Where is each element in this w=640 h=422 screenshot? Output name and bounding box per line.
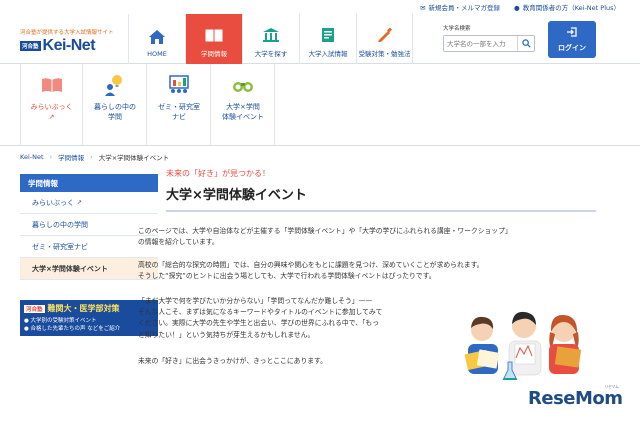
breadcrumb: Kei-Net › 学問情報 › 大学×学問体験イベント bbox=[20, 152, 169, 162]
encourage-paragraph: 「まだ大学で何を学びたいか分からない」「学問ってなんだか難しそう」—— そんな人… bbox=[138, 297, 383, 339]
nav-exam-info[interactable]: 大学入試情報 bbox=[299, 14, 356, 64]
banner-title: 難関大・医学部対策 bbox=[47, 304, 120, 313]
pencil-icon bbox=[376, 26, 394, 44]
login-icon bbox=[566, 26, 578, 40]
login-button[interactable]: ログイン bbox=[548, 21, 596, 58]
sidebar-heading: 学問情報 bbox=[20, 174, 158, 192]
logo-box: 河合塾 bbox=[20, 41, 41, 51]
search-button[interactable] bbox=[517, 36, 534, 51]
subnav-seminar-navi[interactable]: ゼミ・研究室 ナビ bbox=[148, 64, 211, 146]
lightbulb-person-icon bbox=[104, 74, 126, 96]
presentation-icon bbox=[168, 74, 190, 96]
subnav-event[interactable]: 大学×学問 体験イベント bbox=[212, 64, 275, 146]
search-box bbox=[443, 35, 535, 52]
search-input[interactable] bbox=[444, 36, 517, 51]
search-label: 大学名検索 bbox=[443, 26, 471, 32]
resemom-watermark: リセマム ReseMom bbox=[528, 384, 623, 409]
home-icon bbox=[148, 28, 166, 46]
page-title: 大学×学問体験イベント bbox=[166, 184, 596, 212]
breadcrumb-separator: › bbox=[49, 153, 53, 161]
nav-home[interactable]: HOME bbox=[128, 14, 185, 64]
breadcrumb-separator: › bbox=[90, 153, 93, 161]
open-book-icon bbox=[41, 74, 63, 96]
nav-academic[interactable]: 学問情報 bbox=[185, 14, 242, 64]
site-logo[interactable]: 河合塾が提供する大学入試情報サイト 河合塾 Kei-Net bbox=[20, 28, 122, 55]
breadcrumb-home[interactable]: Kei-Net bbox=[20, 153, 44, 161]
subnav-miraibook[interactable]: みらいぶっく ↗ bbox=[20, 64, 83, 146]
watermark-kana: リセマム bbox=[604, 384, 620, 389]
register-link[interactable]: ✉ 新規会員・メルマガ登録 bbox=[420, 2, 500, 12]
breadcrumb-current: 大学×学問体験イベント bbox=[98, 154, 170, 162]
utility-bar: ✉ 新規会員・メルマガ登録 ● 教育関係者の方（Kei-Net Plus） bbox=[0, 0, 640, 14]
binoculars-icon bbox=[232, 74, 254, 96]
subnav-daily-life[interactable]: 暮らしの中の 学問 bbox=[84, 64, 147, 146]
header: 河合塾が提供する大学入試情報サイト 河合塾 Kei-Net HOME 学問情報 … bbox=[0, 14, 640, 64]
nav-exam-prep[interactable]: 受験対策・勉強法 bbox=[356, 14, 413, 64]
closing-paragraph: 未来の「好き」に出会うきっかけが、きっとここにあります。 bbox=[138, 357, 327, 365]
staff-link[interactable]: ● 教育関係者の方（Kei-Net Plus） bbox=[514, 2, 620, 12]
university-search: 大学名検索 bbox=[443, 24, 535, 52]
sub-nav: みらいぶっく ↗ 暮らしの中の 学問 ゼミ・研究室 ナビ 大学×学問 体験イベン… bbox=[0, 64, 640, 146]
mail-icon: ✉ bbox=[420, 4, 426, 12]
catch-copy: 未来の「好き」が見つかる！ bbox=[166, 169, 270, 178]
person-icon: ● bbox=[514, 4, 520, 12]
main-nav: HOME 学問情報 大学を探す 大学入試情報 受験対策・勉強法 bbox=[128, 14, 413, 64]
university-icon bbox=[262, 26, 280, 44]
intro-paragraph: このページでは、大学や自治体などが主催する「学問体験イベント」や「大学の学びにふ… bbox=[138, 227, 512, 247]
banner-line: ● 大学別の受験対策イベント bbox=[24, 318, 97, 324]
banner-kawai-label: 河合塾 bbox=[24, 304, 45, 313]
main-content: 未来の「好き」が見つかる！ 大学×学問体験イベント bbox=[166, 168, 596, 212]
exam-icon bbox=[319, 26, 337, 44]
students-illustration bbox=[460, 311, 590, 388]
logo-name: Kei-Net bbox=[42, 37, 96, 54]
sidebar-item-miraibook[interactable]: みらいぶっく ↗ bbox=[20, 192, 158, 214]
search-icon bbox=[521, 39, 531, 48]
banner-line: ● 合格した先輩たちの声 などをご紹介 bbox=[24, 326, 121, 332]
inquiry-paragraph: 高校の「総合的な探究の時間」では、自分の興味や関心をもとに課題を見つけ、深めてい… bbox=[138, 261, 484, 281]
logo-tagline: 河合塾が提供する大学入試情報サイト bbox=[20, 30, 114, 36]
book-icon bbox=[205, 26, 223, 44]
external-link-icon: ↗ bbox=[77, 199, 83, 206]
nav-find-university[interactable]: 大学を探す bbox=[242, 14, 299, 64]
breadcrumb-section[interactable]: 学問情報 bbox=[58, 152, 84, 162]
